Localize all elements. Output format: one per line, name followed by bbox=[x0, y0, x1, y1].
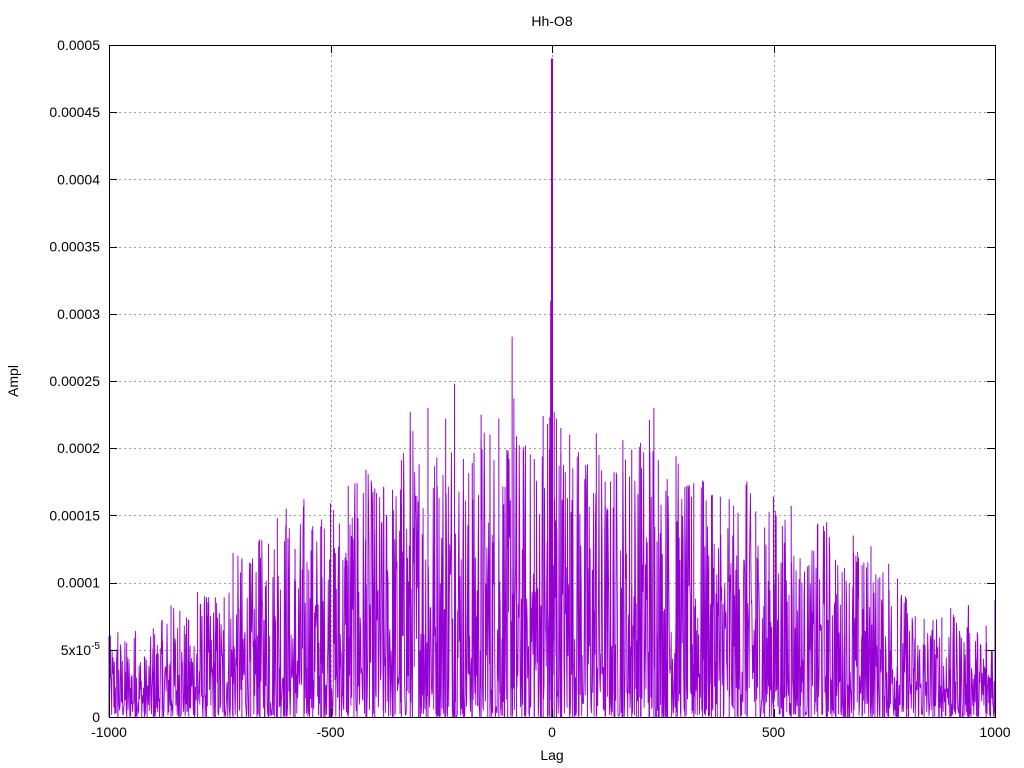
y-tick-label: 0.0005 bbox=[57, 37, 100, 53]
series-0 bbox=[108, 58, 996, 718]
y-tick-label: 0.0001 bbox=[57, 575, 100, 591]
series-layer bbox=[108, 58, 996, 718]
y-tick-label: 0.00015 bbox=[49, 507, 100, 523]
x-tick-label: -1000 bbox=[91, 724, 127, 740]
x-tick-labels: -1000 -500 0 500 1000 bbox=[91, 724, 1011, 740]
y-tick-label: 0.0003 bbox=[57, 306, 100, 322]
y-tick-labels: 0 5x10-5 0.0001 0.00015 0.0002 0.00025 0.0003 0… bbox=[49, 37, 100, 725]
y-tick-label-base: 5x10 bbox=[61, 642, 92, 658]
x-tick-label: 1000 bbox=[979, 724, 1010, 740]
y-tick-label: 0.00035 bbox=[49, 239, 100, 255]
chart: -1000 -500 0 500 1000 0 5x10-5 0.0001 0.00015 0.… bbox=[0, 0, 1024, 768]
x-tick-label: 500 bbox=[762, 724, 786, 740]
chart-svg: -1000 -500 0 500 1000 0 5x10-5 0.0001 0.00015 0.… bbox=[5, 13, 1011, 763]
x-axis-title: Lag bbox=[540, 747, 563, 763]
y-tick-label: 5x10-5 bbox=[61, 641, 101, 658]
y-tick-label: 0.0002 bbox=[57, 440, 100, 456]
x-tick-label: 0 bbox=[548, 724, 556, 740]
x-tick-label: -500 bbox=[316, 724, 344, 740]
y-tick-label: 0.0004 bbox=[57, 171, 100, 187]
y-tick-label: 0.00045 bbox=[49, 104, 100, 120]
chart-title: Hh-O8 bbox=[531, 13, 572, 29]
y-tick-label: 0.00025 bbox=[49, 373, 100, 389]
y-axis-title: Ampl bbox=[5, 365, 21, 397]
y-tick-label-exponent: -5 bbox=[91, 641, 100, 652]
y-tick-label: 0 bbox=[92, 709, 100, 725]
